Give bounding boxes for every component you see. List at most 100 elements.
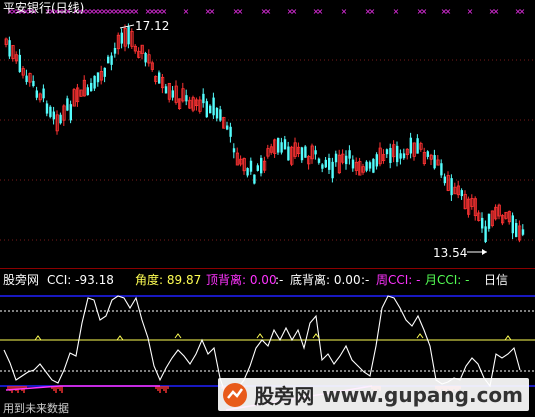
candle-body [334,153,338,163]
candle-body [66,98,69,111]
chart-title: 平安银行(日线) [3,1,85,15]
candle-body [324,159,327,168]
candle-body [409,137,412,154]
angle-value-label: 角度: 89.87 [135,273,202,287]
candle-body [375,154,378,167]
candle-body [283,139,287,150]
candle-body [59,114,62,124]
candle-body [226,125,229,130]
cross-marker [174,333,182,339]
candle-body [280,142,283,153]
candle-body [144,52,147,63]
candle-body [32,80,35,87]
candle-body [396,145,399,163]
cross-marker [504,335,512,341]
candle-body [103,67,106,77]
candle-body [86,87,89,96]
candle-body [52,111,55,120]
candle-body [93,75,96,89]
indicator-panel[interactable]: 股旁网 CCI: -93.18 角度: 89.87 顶背离: 0.00 :- 底… [0,268,535,417]
candle-body [219,109,222,121]
candle-body [260,157,263,174]
separator-text-1: :- [275,273,284,287]
high-price-label: 17.12 [135,19,170,33]
candle-body [164,86,168,94]
candle-body [521,229,525,235]
candlestick-chart[interactable]: ××××××× ×××××× ×××××××××××××××× ××××× × ×× ×× ×… [0,0,535,268]
candle-body [25,75,28,83]
candlestick-panel[interactable]: × × × × × × × × × × × × × × × × × × × × × × × × × × × × × × × × × × × × × × × ×… [0,0,535,268]
candle-body [433,155,436,169]
candle-body [402,153,406,159]
low-price-label: 13.54 [433,246,468,260]
signal-marker: × [237,7,244,16]
candle-body [515,223,518,237]
candle-body [287,146,290,161]
candle-body [8,40,11,57]
candle-body [460,190,463,197]
candle-body [205,101,208,118]
candle-body [96,72,100,83]
high-arrow [119,24,135,29]
signal-marker: × [393,7,400,16]
candle-body [209,105,212,114]
candle-body [481,217,484,229]
candle-body [45,103,49,114]
candle-body [249,160,253,172]
candle-body [212,97,215,116]
signal-marker: × [493,7,500,16]
candle-body [317,158,321,163]
candle-body [69,104,72,121]
candle-body [35,90,38,98]
candle-body [426,151,429,157]
candle-body [314,150,317,155]
cross-marker [34,335,42,341]
candle-body [351,159,355,169]
candle-body [215,107,219,119]
candle-body [232,148,236,153]
candle-body [385,149,389,155]
signal-marker: × [369,7,376,16]
candle-body [202,93,205,104]
candle-body [511,215,514,234]
signal-marker: × [161,7,168,16]
candle-body [171,90,174,98]
candle-body [253,174,256,184]
signal-marker: × [209,7,216,16]
cross-marker [256,333,264,339]
candle-body [484,226,487,243]
candle-body [185,95,188,102]
candle-body [120,32,123,44]
candle-body [304,146,307,158]
candle-body [113,47,117,54]
candle-body [49,106,52,117]
candle-body [246,168,249,176]
cross-marker [416,333,424,339]
candle-body [440,163,443,176]
signal-marker: × [341,7,348,16]
bottom-divergence-label: 底背离: 0.00 [290,273,361,287]
candle-body [416,138,419,154]
candle-body [372,159,375,173]
candle-body [127,26,130,45]
watermark-url-text: www.gupang.com [322,382,523,407]
watermark-badge: 股旁网 www.gupang.com [218,378,529,411]
signal-marker: × [133,7,140,16]
candle-body [487,213,491,229]
top-divergence-label: 顶背离: 0.00 [206,273,277,287]
signal-marker: × [519,7,526,16]
candle-body [90,82,93,92]
candle-body [450,178,453,196]
candle-body [229,126,232,137]
candle-body [331,161,334,179]
candle-body [300,147,304,161]
footer-note: 用到未来数据 [3,402,69,415]
candle-body [42,88,45,99]
candle-body [158,72,161,84]
candle-body [368,162,372,169]
candle-body [399,153,402,159]
candle-body [348,150,351,159]
candle-body [256,165,259,171]
signal-marker: × [183,7,190,16]
candle-body [107,56,110,64]
